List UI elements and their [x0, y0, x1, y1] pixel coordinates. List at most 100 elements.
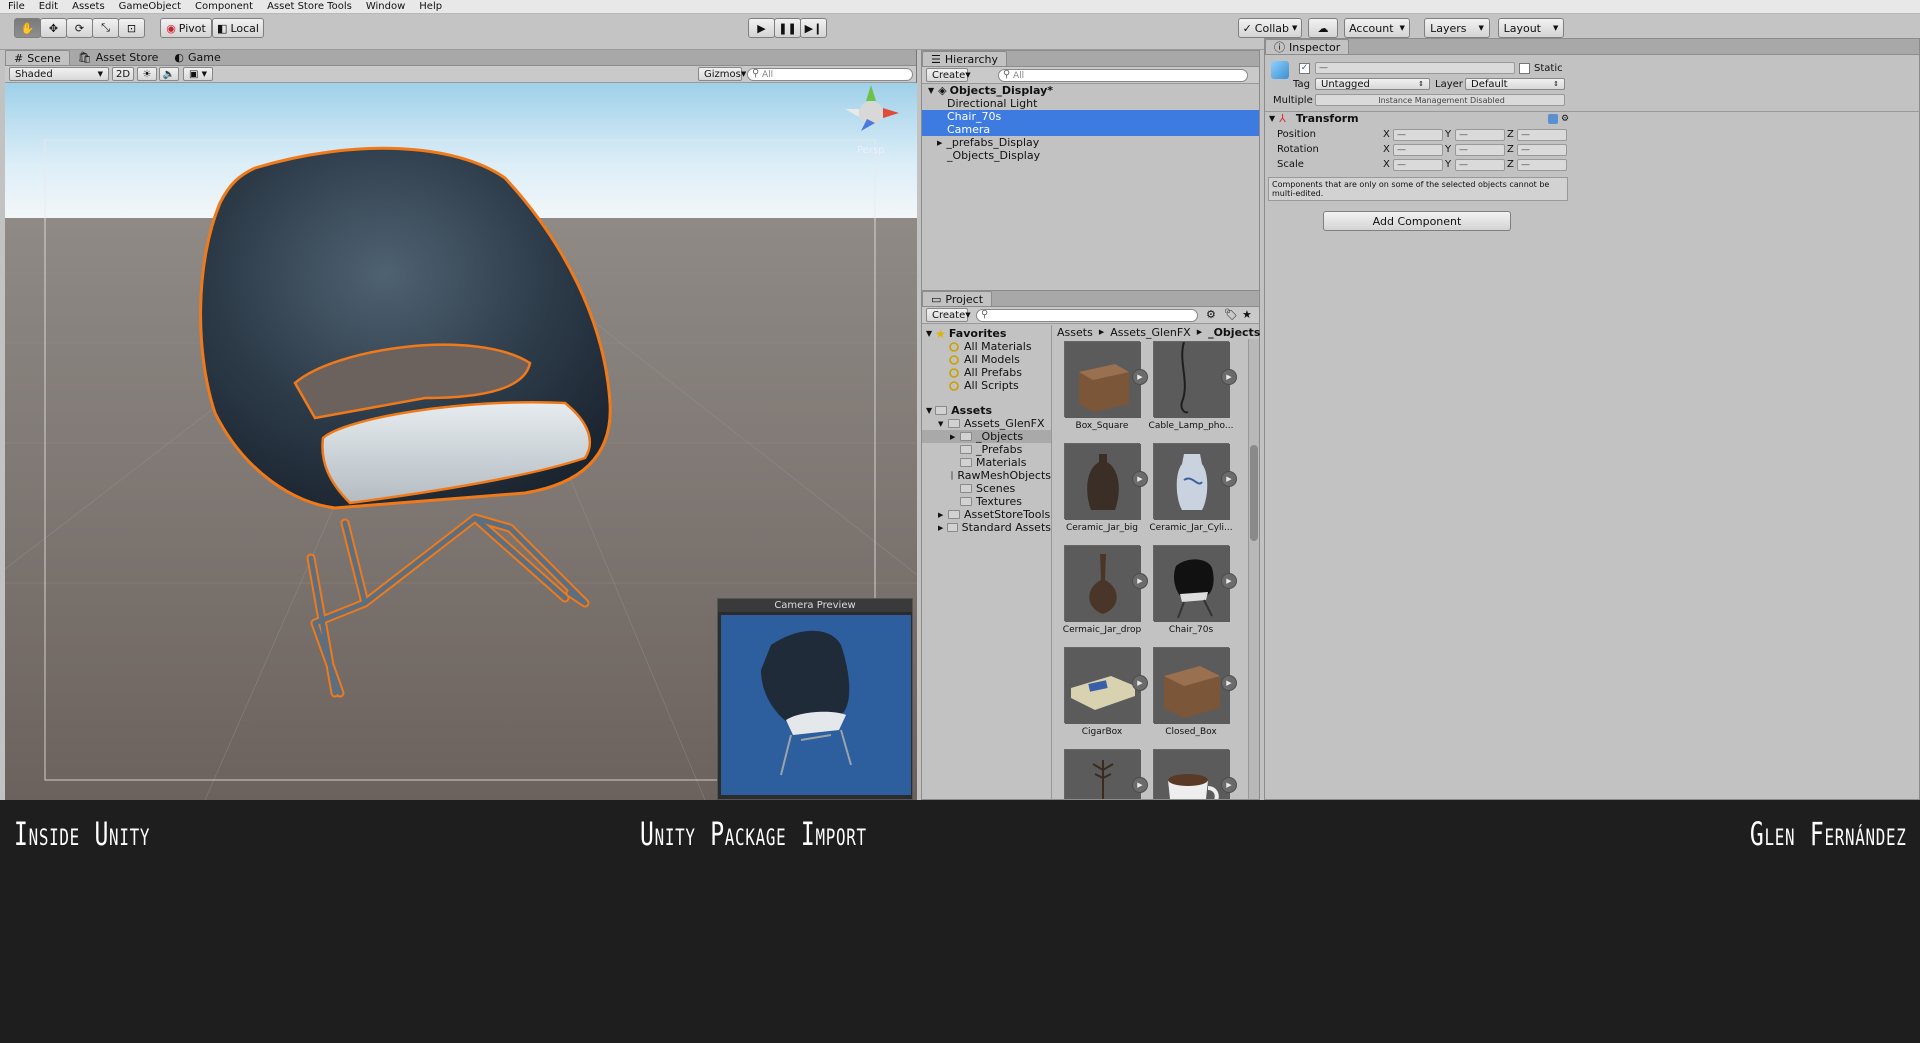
step-button[interactable]: ▶❙ [800, 18, 827, 38]
add-component-button[interactable]: Add Component [1323, 211, 1511, 231]
asset-folder-item[interactable]: ▶ Standard Assets [922, 521, 1051, 534]
scrollbar-thumb[interactable] [1250, 445, 1258, 541]
rotate-tool-button[interactable]: ⟳ [66, 18, 93, 38]
menu-asset-store-tools[interactable]: Asset Store Tools [267, 1, 352, 12]
hierarchy-create-dropdown[interactable]: Create ▼ [926, 68, 971, 82]
help-book-icon[interactable] [1548, 113, 1558, 124]
expand-prefab-icon[interactable]: ▶ [1132, 675, 1148, 691]
expand-prefab-icon[interactable]: ▶ [1221, 675, 1237, 691]
scene-search-input[interactable]: All [747, 68, 913, 81]
asset-folder-item[interactable]: ▶ AssetStoreTools [922, 508, 1051, 521]
effects-dropdown[interactable]: ▣ ▼ [183, 67, 213, 81]
transform-y-field[interactable]: — [1455, 144, 1505, 156]
asset-grid-scrollbar[interactable] [1248, 339, 1259, 799]
shading-dropdown[interactable]: Shaded ▼ [9, 67, 109, 81]
chair-thumbnail[interactable] [1153, 545, 1230, 622]
project-search-input[interactable] [976, 309, 1198, 322]
filter-type-icon[interactable]: ⚙ [1206, 308, 1216, 321]
local-toggle[interactable]: ◧ Local [212, 18, 264, 38]
expand-prefab-icon[interactable]: ▶ [1221, 573, 1237, 589]
transform-z-field[interactable]: — [1517, 144, 1567, 156]
transform-header[interactable]: ▼ ⅄ Transform ⚙ [1265, 111, 1920, 125]
ceramic-jar-cylinder-thumbnail[interactable] [1153, 443, 1230, 520]
filter-label-icon[interactable]: 🏷 [1224, 308, 1238, 321]
hand-tool-button[interactable]: ✋ [14, 18, 41, 38]
account-dropdown[interactable]: Account ▼ [1344, 18, 1410, 38]
cable-lamp-thumbnail[interactable] [1153, 341, 1230, 418]
menu-file[interactable]: File [8, 1, 25, 12]
favorite-item[interactable]: All Models [922, 353, 1051, 366]
breadcrumb-assets-glenfx[interactable]: Assets_GlenFX [1110, 326, 1190, 339]
expand-arrow-icon[interactable]: ▶ [938, 511, 948, 519]
expand-prefab-icon[interactable]: ▶ [1132, 471, 1148, 487]
asset-folder-item[interactable]: RawMeshObjects [922, 469, 1051, 482]
expand-arrow-icon[interactable]: ▶ [938, 524, 947, 532]
gear-icon[interactable]: ⚙ [1561, 114, 1569, 124]
favorite-item[interactable]: All Scripts [922, 379, 1051, 392]
asset-folder-item[interactable]: Materials [922, 456, 1051, 469]
tab-inspector[interactable]: ⓘ Inspector [1265, 39, 1350, 54]
tab-asset-store[interactable]: 🛍 Asset Store [70, 50, 167, 65]
audio-toggle[interactable]: 🔈 [159, 67, 179, 81]
lighting-toggle[interactable]: ☀ [137, 67, 157, 81]
menu-help[interactable]: Help [419, 1, 442, 12]
2d-toggle[interactable]: 2D [112, 67, 134, 81]
asset-folder-item[interactable]: Textures [922, 495, 1051, 508]
cup-thumbnail[interactable] [1153, 749, 1230, 799]
cigarbox-thumbnail[interactable] [1064, 647, 1141, 724]
static-checkbox[interactable] [1519, 63, 1530, 74]
assets-header[interactable]: ▼ Assets [922, 404, 1051, 417]
transform-y-field[interactable]: — [1455, 129, 1505, 141]
scale-tool-button[interactable]: ⤡ [92, 18, 119, 38]
cloud-button[interactable]: ☁ [1308, 18, 1338, 38]
menu-edit[interactable]: Edit [39, 1, 58, 12]
menu-gameobject[interactable]: GameObject [119, 1, 181, 12]
tag-dropdown[interactable]: Untagged ⇕ [1315, 78, 1430, 90]
transform-y-field[interactable]: — [1455, 159, 1505, 171]
expand-arrow-icon[interactable]: ▶ [950, 433, 960, 441]
coat-rack-thumbnail[interactable] [1064, 749, 1141, 799]
layers-dropdown[interactable]: Layers ▼ [1424, 18, 1490, 38]
expand-prefab-icon[interactable]: ▶ [1221, 369, 1237, 385]
hierarchy-item[interactable]: _Objects_Display [922, 149, 1259, 162]
expand-prefab-icon[interactable]: ▶ [1221, 471, 1237, 487]
menu-component[interactable]: Component [195, 1, 253, 12]
favorite-item[interactable]: All Prefabs [922, 366, 1051, 379]
expand-arrow-icon[interactable]: ▶ [937, 139, 942, 147]
expand-prefab-icon[interactable]: ▶ [1132, 777, 1148, 793]
layout-dropdown[interactable]: Layout ▼ [1498, 18, 1564, 38]
transform-x-field[interactable]: — [1393, 129, 1443, 141]
tab-hierarchy[interactable]: ☰ Hierarchy [922, 51, 1008, 66]
expand-prefab-icon[interactable]: ▶ [1132, 573, 1148, 589]
name-field[interactable]: — [1315, 62, 1515, 74]
favorite-star-icon[interactable]: ★ [1242, 308, 1252, 321]
breadcrumb-objects[interactable]: _Objects [1208, 326, 1260, 339]
hierarchy-item[interactable]: Chair_70s [922, 110, 1259, 123]
menu-window[interactable]: Window [366, 1, 405, 12]
hierarchy-item[interactable]: Camera [922, 123, 1259, 136]
pivot-toggle[interactable]: ◉ Pivot [160, 18, 212, 38]
favorites-header[interactable]: ▼ ★ Favorites [922, 327, 1051, 341]
asset-folder-item[interactable]: ▶ _Objects [922, 430, 1051, 443]
pause-button[interactable]: ❚❚ [774, 18, 801, 38]
scene-root-row[interactable]: ▼ ◈ Objects_Display* [922, 84, 1259, 97]
gizmos-dropdown[interactable]: Gizmos ▼ [698, 67, 746, 81]
hierarchy-item[interactable]: Directional Light [922, 97, 1259, 110]
layer-dropdown[interactable]: Default ⇕ [1465, 78, 1565, 90]
asset-folder-item[interactable]: Scenes [922, 482, 1051, 495]
play-button[interactable]: ▶ [748, 18, 775, 38]
tab-project[interactable]: ▭ Project [922, 291, 993, 306]
move-tool-button[interactable]: ✥ [40, 18, 67, 38]
ceramic-jar-thumbnail[interactable] [1064, 443, 1141, 520]
box-thumbnail[interactable] [1064, 341, 1141, 418]
ceramic-jar-drop-thumbnail[interactable] [1064, 545, 1141, 622]
closed-box-thumbnail[interactable] [1153, 647, 1230, 724]
asset-folder-item[interactable]: _Prefabs [922, 443, 1051, 456]
asset-folder-item[interactable]: ▼ Assets_GlenFX [922, 417, 1051, 430]
collab-dropdown[interactable]: ✓ Collab ▼ [1238, 18, 1302, 38]
expand-prefab-icon[interactable]: ▶ [1132, 369, 1148, 385]
transform-z-field[interactable]: — [1517, 129, 1567, 141]
expand-arrow-icon[interactable]: ▼ [938, 420, 948, 428]
transform-x-field[interactable]: — [1393, 159, 1443, 171]
transform-x-field[interactable]: — [1393, 144, 1443, 156]
